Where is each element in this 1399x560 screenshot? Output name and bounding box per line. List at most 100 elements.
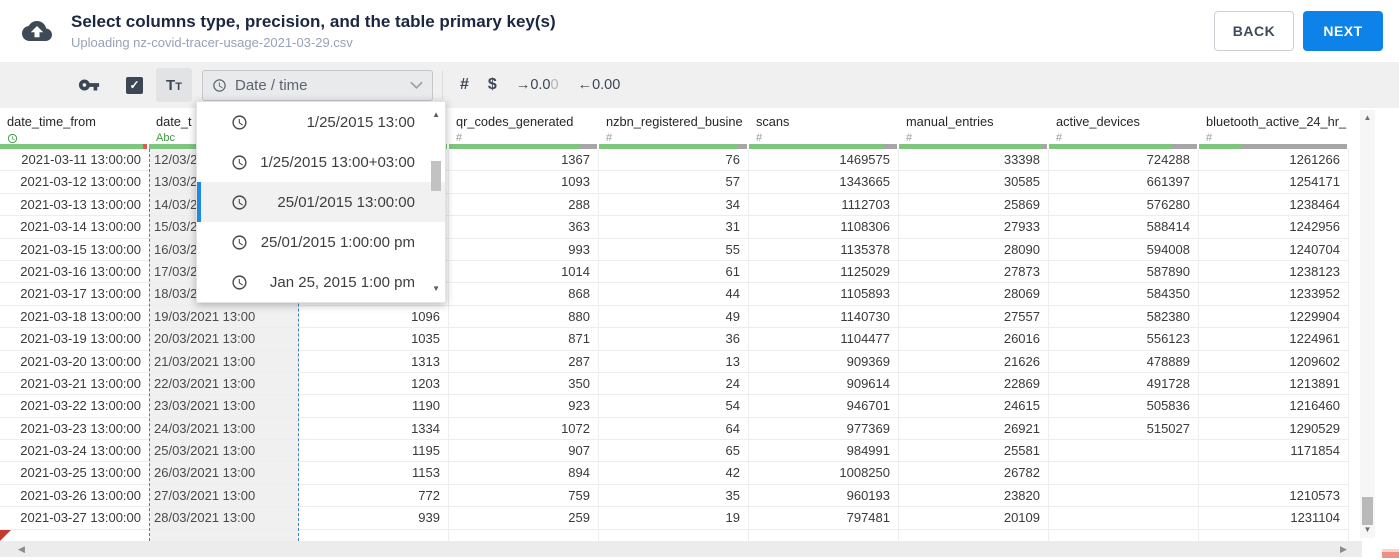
table-cell[interactable]: 2021-03-21 13:00:00 — [0, 373, 149, 396]
table-cell[interactable]: 1108306 — [749, 216, 898, 239]
table-cell[interactable]: 2021-03-18 13:00:00 — [0, 306, 149, 329]
table-cell[interactable]: 946701 — [749, 395, 898, 418]
table-cell[interactable] — [1049, 485, 1198, 508]
table-cell[interactable]: 772 — [299, 485, 448, 508]
table-cell[interactable]: 2021-03-27 13:00:00 — [0, 507, 149, 530]
table-cell[interactable]: 2021-03-19 13:00:00 — [0, 328, 149, 351]
table-cell[interactable]: 24 — [599, 373, 748, 396]
table-cell[interactable]: 894 — [449, 462, 598, 485]
table-cell[interactable]: 909369 — [749, 351, 898, 373]
table-cell[interactable]: 2021-03-15 13:00:00 — [0, 239, 149, 261]
table-cell[interactable]: 1231104 — [1199, 507, 1348, 530]
table-cell[interactable]: 2021-03-26 13:00:00 — [0, 485, 149, 508]
table-cell[interactable]: 31 — [599, 216, 748, 239]
table-cell[interactable]: 57 — [599, 171, 748, 194]
table-cell[interactable]: 1190 — [299, 395, 448, 418]
table-cell[interactable]: 1140730 — [749, 306, 898, 329]
table-cell[interactable]: 54 — [599, 395, 748, 418]
dropdown-option[interactable]: 1/25/2015 13:00+03:00 — [197, 142, 445, 182]
table-cell[interactable]: 556123 — [1049, 328, 1198, 351]
next-button[interactable]: NEXT — [1303, 11, 1383, 51]
boolean-type-checkbox[interactable]: ✓ — [126, 76, 143, 94]
table-cell[interactable]: 25/03/2021 13:00 — [150, 440, 298, 463]
table-cell[interactable]: 594008 — [1049, 239, 1198, 261]
table-cell[interactable]: 907 — [449, 440, 598, 463]
table-cell[interactable]: 576280 — [1049, 194, 1198, 217]
table-cell[interactable]: 1334 — [299, 418, 448, 441]
table-cell[interactable]: 33398 — [899, 149, 1048, 172]
table-cell[interactable]: 909614 — [749, 373, 898, 396]
table-cell[interactable]: 1171854 — [1199, 440, 1348, 463]
table-cell[interactable]: 34 — [599, 194, 748, 217]
table-cell[interactable]: 13 — [599, 351, 748, 373]
column-header-nzbn_registered_busine[interactable]: nzbn_registered_busine # — [599, 108, 749, 144]
table-cell[interactable]: 22869 — [899, 373, 1048, 396]
table-cell[interactable]: 724288 — [1049, 149, 1198, 172]
table-cell[interactable]: 26016 — [899, 328, 1048, 351]
table-cell[interactable]: 27557 — [899, 306, 1048, 329]
table-cell[interactable]: 21626 — [899, 351, 1048, 373]
add-decimal-button[interactable]: →0.00 — [516, 77, 559, 93]
table-cell[interactable]: 1210573 — [1199, 485, 1348, 508]
table-cell[interactable]: 880 — [449, 306, 598, 329]
table-cell[interactable]: 259 — [449, 507, 598, 530]
table-cell[interactable]: 55 — [599, 239, 748, 261]
table-cell[interactable]: 30585 — [899, 171, 1048, 194]
table-cell[interactable]: 61 — [599, 261, 748, 284]
table-cell[interactable]: 26/03/2021 13:00 — [150, 462, 298, 485]
table-cell[interactable]: 22/03/2021 13:00 — [150, 373, 298, 396]
scroll-left-icon[interactable]: ◀ — [18, 544, 25, 554]
datetime-format-select[interactable]: Date / time — [202, 69, 433, 101]
table-cell[interactable]: 44 — [599, 283, 748, 306]
table-cell[interactable]: 1035 — [299, 328, 448, 351]
table-cell[interactable]: 587890 — [1049, 261, 1198, 284]
table-cell[interactable]: 35 — [599, 485, 748, 508]
column-header-qr_codes_generated[interactable]: qr_codes_generated # — [449, 108, 599, 144]
table-cell[interactable]: 478889 — [1049, 351, 1198, 373]
table-cell[interactable]: 1313 — [299, 351, 448, 373]
table-cell[interactable]: 1229904 — [1199, 306, 1348, 329]
dropdown-scrollbar-thumb[interactable] — [431, 161, 441, 191]
table-cell[interactable]: 582380 — [1049, 306, 1198, 329]
table-cell[interactable]: 2021-03-16 13:00:00 — [0, 261, 149, 284]
currency-type-button[interactable]: $ — [488, 76, 497, 94]
table-cell[interactable]: 19/03/2021 13:00 — [150, 306, 298, 329]
table-cell[interactable]: 25869 — [899, 194, 1048, 217]
table-cell[interactable]: 1343665 — [749, 171, 898, 194]
table-cell[interactable]: 1238123 — [1199, 261, 1348, 284]
table-cell[interactable]: 1216460 — [1199, 395, 1348, 418]
dropdown-option-selected[interactable]: 25/01/2015 13:00:00 — [197, 182, 445, 222]
table-cell[interactable]: 26782 — [899, 462, 1048, 485]
table-cell[interactable]: 1224961 — [1199, 328, 1348, 351]
text-type-button[interactable]: Tt — [156, 68, 192, 102]
table-cell[interactable]: 1203 — [299, 373, 448, 396]
table-cell[interactable]: 1242956 — [1199, 216, 1348, 239]
table-cell[interactable]: 1153 — [299, 462, 448, 485]
table-cell[interactable]: 20/03/2021 13:00 — [150, 328, 298, 351]
table-cell[interactable]: 27933 — [899, 216, 1048, 239]
table-cell[interactable]: 993 — [449, 239, 598, 261]
table-cell[interactable]: 1367 — [449, 149, 598, 172]
table-cell[interactable]: 960193 — [749, 485, 898, 508]
table-cell[interactable]: 363 — [449, 216, 598, 239]
table-cell[interactable]: 25581 — [899, 440, 1048, 463]
table-cell[interactable]: 759 — [449, 485, 598, 508]
table-cell[interactable]: 26921 — [899, 418, 1048, 441]
table-cell[interactable]: 23820 — [899, 485, 1048, 508]
table-cell[interactable]: 24/03/2021 13:00 — [150, 418, 298, 441]
table-cell[interactable]: 28090 — [899, 239, 1048, 261]
table-cell[interactable]: 584350 — [1049, 283, 1198, 306]
table-cell[interactable]: 28069 — [899, 283, 1048, 306]
table-cell[interactable] — [1049, 440, 1198, 463]
table-cell[interactable]: 588414 — [1049, 216, 1198, 239]
column-header-active_devices[interactable]: active_devices # — [1049, 108, 1199, 144]
table-cell[interactable]: 1125029 — [749, 261, 898, 284]
table-cell[interactable]: 2021-03-22 13:00:00 — [0, 395, 149, 418]
table-cell[interactable]: 21/03/2021 13:00 — [150, 351, 298, 373]
vertical-scrollbar[interactable]: ▲ ▼ — [1360, 110, 1375, 538]
table-cell[interactable]: 1014 — [449, 261, 598, 284]
table-cell[interactable]: 1209602 — [1199, 351, 1348, 373]
dropdown-option[interactable]: 1/25/2015 13:00 — [197, 102, 445, 142]
table-cell[interactable]: 287 — [449, 351, 598, 373]
column-header-manual_entries[interactable]: manual_entries # — [899, 108, 1049, 144]
